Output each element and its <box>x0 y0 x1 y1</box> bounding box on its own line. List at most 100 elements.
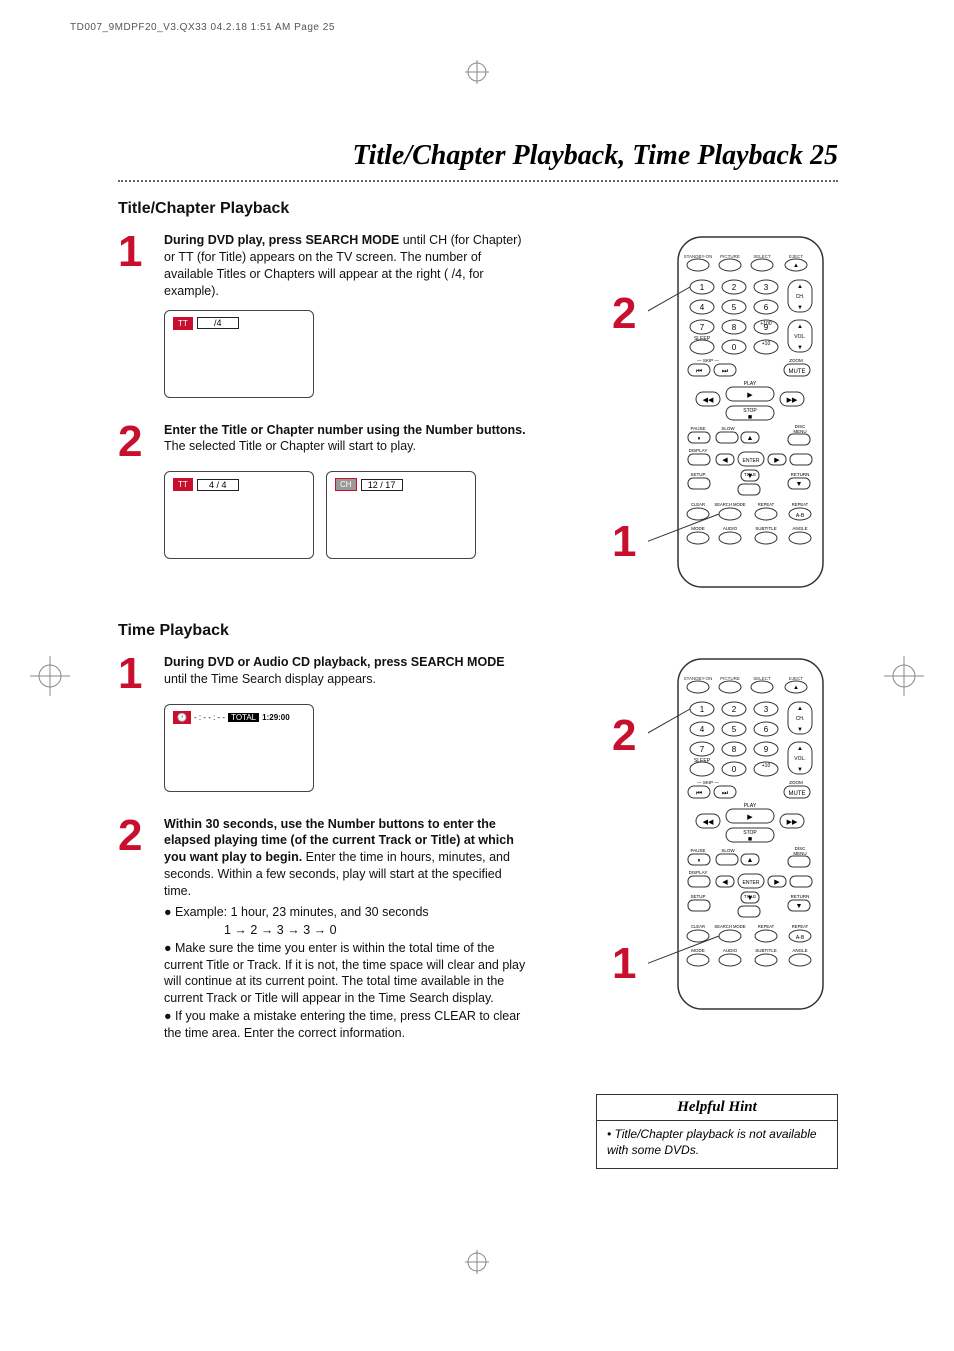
svg-text:◀◀: ◀◀ <box>703 397 714 404</box>
svg-text:SELECT: SELECT <box>753 676 771 681</box>
svg-text:▶: ▶ <box>747 814 753 821</box>
s2-step1-rest: until the Time Search display appears. <box>164 672 376 686</box>
svg-text:PICTURE: PICTURE <box>720 254 740 259</box>
svg-text:AUDIO: AUDIO <box>723 948 738 953</box>
s2-bullets: ● Example: 1 hour, 23 minutes, and 30 se… <box>164 904 528 1042</box>
section1-columns: 1 During DVD play, press SEARCH MODE unt… <box>118 232 838 592</box>
section2-heading: Time Playback <box>118 622 838 640</box>
svg-text:2: 2 <box>732 283 737 292</box>
svg-text:■: ■ <box>748 836 752 843</box>
svg-text:STANDBY-ON: STANDBY-ON <box>684 254 713 259</box>
page: TD007_9MDPF20_V3.QX33 04.2.18 1:51 AM Pa… <box>0 0 954 1351</box>
s2-step-number-2: 2 <box>118 816 150 1043</box>
section2-columns: 1 During DVD or Audio CD playback, press… <box>118 654 838 1169</box>
svg-text:▲: ▲ <box>747 435 754 442</box>
svg-text:PAUSE: PAUSE <box>691 426 706 431</box>
bullet-total-time: ● Make sure the time you enter is within… <box>164 940 528 1008</box>
svg-text:▼: ▼ <box>796 903 803 910</box>
svg-text:⏮: ⏮ <box>696 368 702 375</box>
svg-text:MUTE: MUTE <box>789 369 806 375</box>
svg-text:7: 7 <box>700 745 705 754</box>
svg-text:▼: ▼ <box>796 481 803 488</box>
svg-text:3: 3 <box>764 705 769 714</box>
section2-step2: 2 Within 30 seconds, use the Number butt… <box>118 816 528 1043</box>
svg-text:ZOOM: ZOOM <box>789 780 803 785</box>
s2-step1-text: During DVD or Audio CD playback, press S… <box>164 654 528 694</box>
svg-text:SUBTITLE: SUBTITLE <box>755 948 777 953</box>
svg-text:▲: ▲ <box>797 746 803 752</box>
svg-text:SLEEP: SLEEP <box>694 758 711 764</box>
remote-callout-2: 2 <box>612 292 636 336</box>
svg-text:5: 5 <box>732 303 737 312</box>
step1-bold: During DVD play, press SEARCH MODE <box>164 233 399 247</box>
content-area: Title/Chapter Playback, Time Playback 25… <box>118 140 838 1169</box>
svg-text:VOL.: VOL. <box>794 334 805 340</box>
title-rule <box>118 180 838 182</box>
svg-text:▼: ▼ <box>747 473 754 480</box>
svg-text:▼: ▼ <box>747 895 754 902</box>
section1-heading: Title/Chapter Playback <box>118 200 838 218</box>
step1-text: During DVD play, press SEARCH MODE until… <box>164 232 528 300</box>
svg-text:⏮: ⏮ <box>696 790 702 797</box>
svg-text:◀: ◀ <box>722 879 728 886</box>
svg-text:▲: ▲ <box>797 284 803 290</box>
svg-text:◀: ◀ <box>722 457 728 464</box>
s2-step2-text: Within 30 seconds, use the Number button… <box>164 816 528 1043</box>
svg-text:▶▶: ▶▶ <box>787 397 798 404</box>
osd-pair: TT 4 / 4 CH 12 / 17 <box>164 471 528 559</box>
osd-box-1: TT /4 <box>164 310 314 398</box>
remote-diagram-2: 2 1 STANDBY-ONPICTURESELECTEJECT ▲ <box>648 654 838 1014</box>
svg-text:CH.: CH. <box>796 294 805 300</box>
svg-text:SELECT: SELECT <box>753 254 771 259</box>
header-pageinfo: TD007_9MDPF20_V3.QX33 04.2.18 1:51 AM Pa… <box>70 22 335 33</box>
svg-text:DISPLAY: DISPLAY <box>689 870 708 875</box>
svg-text:⏭: ⏭ <box>722 790 729 797</box>
svg-text:— SKIP —: — SKIP — <box>697 358 719 363</box>
svg-text:ANGLE: ANGLE <box>792 526 807 531</box>
osd1-field: /4 <box>197 317 239 329</box>
page-title: Title/Chapter Playback, Time Playback 25 <box>118 140 838 172</box>
svg-text:0: 0 <box>732 765 737 774</box>
svg-text:SEARCH MODE: SEARCH MODE <box>714 502 745 507</box>
osd2b-field: 12 / 17 <box>361 479 403 491</box>
section1-left: 1 During DVD play, press SEARCH MODE unt… <box>118 232 528 592</box>
section1-step1: 1 During DVD play, press SEARCH MODE unt… <box>118 232 528 300</box>
svg-text:▶: ▶ <box>774 457 780 464</box>
osd-box-2a: TT 4 / 4 <box>164 471 314 559</box>
svg-text:7: 7 <box>700 323 705 332</box>
section1-step2: 2 Enter the Title or Chapter number usin… <box>118 422 528 462</box>
crop-mark-bottom <box>465 1250 489 1274</box>
remote-svg-1: STANDBY-ONPICTURESELECTEJECT ▲ <box>648 232 838 592</box>
svg-text:▶▶: ▶▶ <box>787 819 798 826</box>
s2-step1-bold: During DVD or Audio CD playback, press S… <box>164 655 505 669</box>
svg-text:MUTE: MUTE <box>789 791 806 797</box>
svg-text:5: 5 <box>732 725 737 734</box>
svg-text:ANGLE: ANGLE <box>792 948 807 953</box>
svg-text:REPEAT: REPEAT <box>792 502 809 507</box>
svg-text:⏸: ⏸ <box>697 858 700 864</box>
svg-text:REPEAT: REPEAT <box>792 924 809 929</box>
svg-text:MODE: MODE <box>691 948 705 953</box>
step2-text: Enter the Title or Chapter number using … <box>164 422 528 462</box>
svg-text:A-B: A-B <box>796 935 805 941</box>
remote-svg-2: STANDBY-ONPICTURESELECTEJECT ▲ 123 <box>648 654 838 1014</box>
svg-text:PICTURE: PICTURE <box>720 676 740 681</box>
svg-text:MODE: MODE <box>691 526 705 531</box>
svg-text:SLOW: SLOW <box>721 848 735 853</box>
svg-text:6: 6 <box>764 725 769 734</box>
svg-text:ZOOM: ZOOM <box>789 358 803 363</box>
osd1-badge: TT <box>173 317 193 330</box>
svg-text:RETURN: RETURN <box>791 472 810 477</box>
svg-text:▲: ▲ <box>793 263 799 269</box>
crop-mark-right <box>884 656 924 696</box>
svg-text:1: 1 <box>700 705 705 714</box>
svg-text:+10: +10 <box>762 341 771 347</box>
svg-text:6: 6 <box>764 303 769 312</box>
svg-text:MENU: MENU <box>793 429 806 434</box>
svg-text:▲: ▲ <box>797 706 803 712</box>
svg-text:SETUP: SETUP <box>690 894 705 899</box>
svg-text:A-B: A-B <box>796 513 805 519</box>
section2-step1: 1 During DVD or Audio CD playback, press… <box>118 654 528 694</box>
svg-text:▶: ▶ <box>774 879 780 886</box>
svg-text:4: 4 <box>700 303 705 312</box>
